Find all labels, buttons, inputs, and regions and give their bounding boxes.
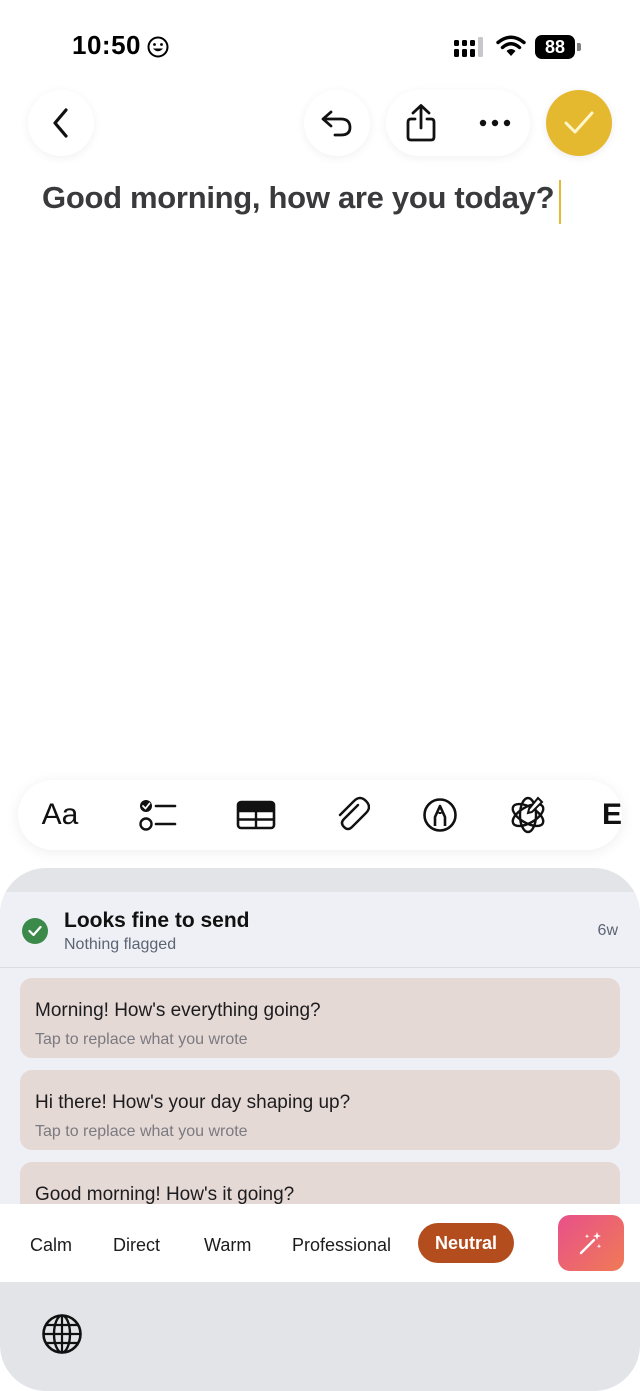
toolbar-overflow-item[interactable]: E — [602, 792, 622, 838]
magic-rewrite-button[interactable] — [558, 1215, 624, 1271]
magic-wand-icon — [579, 1232, 602, 1255]
summary-age: 6w — [597, 922, 618, 939]
checklist-icon — [139, 800, 177, 831]
chevron-left-icon — [53, 108, 68, 138]
tone-calm[interactable]: Calm — [30, 1226, 72, 1264]
writing-assistant-panel: Looks fine to send Nothing flagged 6w Mo… — [0, 868, 640, 1391]
review-summary: Looks fine to send Nothing flagged 6w — [0, 892, 640, 968]
tone-direct[interactable]: Direct — [113, 1226, 160, 1264]
attachment-button[interactable] — [330, 792, 374, 838]
suggestion-text: Morning! How's everything going? — [35, 1000, 321, 1021]
formatting-toolbar: Aa E — [18, 780, 622, 850]
table-button[interactable] — [234, 792, 278, 838]
checklist-button[interactable] — [136, 792, 180, 838]
share-button[interactable] — [400, 102, 442, 144]
back-button[interactable] — [28, 90, 94, 156]
tone-professional[interactable]: Professional — [292, 1226, 391, 1264]
suggestion-hint: Tap to replace what you wrote — [35, 1031, 248, 1048]
markup-icon — [423, 798, 457, 832]
tone-selector: Calm Direct Warm Professional Neutral — [0, 1204, 640, 1282]
smiley-icon — [147, 36, 169, 58]
share-icon — [406, 104, 436, 142]
summary-title: Looks fine to send — [64, 909, 250, 932]
paperclip-icon — [338, 796, 370, 831]
wifi-icon — [496, 35, 526, 56]
more-button[interactable] — [474, 102, 516, 144]
undo-icon — [321, 110, 352, 137]
checkmark-icon — [564, 111, 594, 134]
summary-subtitle: Nothing flagged — [64, 936, 177, 953]
markup-button[interactable] — [418, 792, 462, 838]
more-horizontal-icon — [479, 119, 511, 127]
suggestion-card[interactable]: Morning! How's everything going? Tap to … — [20, 978, 620, 1058]
note-body-text[interactable]: Good morning, how are you today? — [42, 180, 555, 216]
suggestions-area: Looks fine to send Nothing flagged 6w Mo… — [0, 892, 640, 1242]
tone-neutral-selected[interactable]: Neutral — [418, 1223, 514, 1263]
suggestion-text: Good morning! How's it going? — [35, 1184, 295, 1205]
battery-icon: 88 — [535, 35, 581, 59]
tone-warm[interactable]: Warm — [204, 1226, 251, 1264]
globe-icon — [42, 1314, 82, 1354]
apple-intelligence-icon — [511, 796, 545, 834]
text-format-button[interactable]: Aa — [38, 792, 82, 838]
status-time: 10:50 — [72, 30, 141, 60]
writing-tools-button[interactable] — [506, 792, 550, 838]
status-bar: 10:50 88 — [0, 0, 640, 90]
done-button[interactable] — [546, 90, 612, 156]
keyboard-switch-button[interactable] — [40, 1312, 84, 1356]
battery-level: 88 — [535, 35, 575, 59]
share-more-group — [386, 90, 530, 156]
suggestion-text: Hi there! How's your day shaping up? — [35, 1092, 351, 1113]
suggestion-card[interactable]: Hi there! How's your day shaping up? Tap… — [20, 1070, 620, 1150]
undo-button[interactable] — [304, 90, 370, 156]
check-circle-icon — [22, 918, 48, 944]
suggestion-hint: Tap to replace what you wrote — [35, 1123, 248, 1140]
text-cursor — [559, 180, 561, 224]
table-icon — [236, 800, 276, 830]
signal-icon — [454, 37, 483, 57]
